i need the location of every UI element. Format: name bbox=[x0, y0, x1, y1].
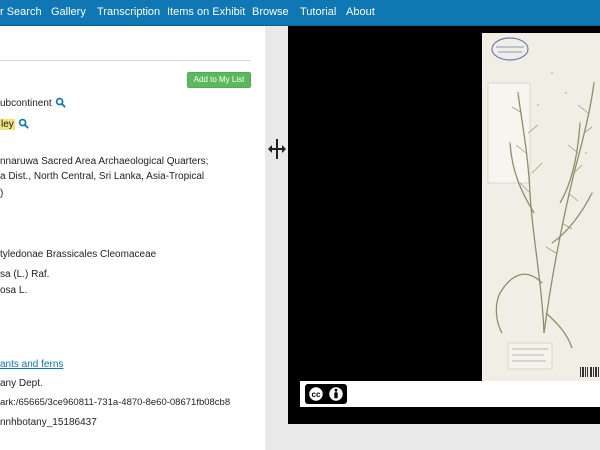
catalog-id: nnhbotany_15186437 bbox=[0, 417, 97, 428]
divider bbox=[0, 60, 250, 61]
region-tag-field: ley bbox=[0, 118, 29, 130]
add-to-my-list-button[interactable]: Add to My List bbox=[187, 72, 251, 88]
nav-item-gallery[interactable]: Gallery bbox=[51, 6, 86, 18]
locality-line-2: a Dist., North Central, Sri Lanka, Asia-… bbox=[0, 171, 205, 182]
name-line-2: osa L. bbox=[0, 285, 28, 296]
resize-arrows-icon[interactable] bbox=[267, 138, 287, 160]
region-tag-value: ley bbox=[0, 119, 15, 130]
ark-identifier: ark:/65665/3ce960811-731a-4870-8e60-0867… bbox=[0, 397, 231, 408]
specimen-image bbox=[482, 33, 600, 381]
nav-item-about[interactable]: About bbox=[346, 6, 375, 18]
magnifier-icon[interactable] bbox=[55, 97, 66, 108]
locality-line-3: ) bbox=[0, 188, 4, 199]
creative-commons-icon: cc bbox=[307, 385, 345, 403]
nav-item-items-on-exhibit[interactable]: Items on Exhibit bbox=[167, 6, 245, 18]
taxonomy-field: tyledonae Brassicales Cleomaceae bbox=[0, 249, 157, 260]
name-line-1: sa (L.) Raf. bbox=[0, 269, 50, 280]
region-value: ubcontinent bbox=[0, 98, 52, 109]
record-details-panel: Add to My List ubcontinent ley nnaruwa S… bbox=[0, 26, 265, 450]
magnifier-icon[interactable] bbox=[18, 118, 29, 129]
nav-item-browse[interactable]: Browse bbox=[252, 6, 289, 18]
collection-link[interactable]: ants and ferns bbox=[0, 359, 63, 370]
region-field: ubcontinent bbox=[0, 97, 66, 109]
svg-text:cc: cc bbox=[312, 390, 321, 399]
nav-item-search[interactable]: r Search bbox=[0, 6, 42, 18]
creative-commons-badge[interactable]: cc bbox=[305, 384, 347, 404]
nav-item-tutorial[interactable]: Tutorial bbox=[300, 6, 336, 18]
locality-line-1: nnaruwa Sacred Area Archaeological Quart… bbox=[0, 156, 209, 167]
top-navbar: r Search Gallery Transcription Items on … bbox=[0, 0, 600, 26]
nav-item-transcription[interactable]: Transcription bbox=[97, 6, 160, 18]
department-field: any Dept. bbox=[0, 378, 43, 389]
